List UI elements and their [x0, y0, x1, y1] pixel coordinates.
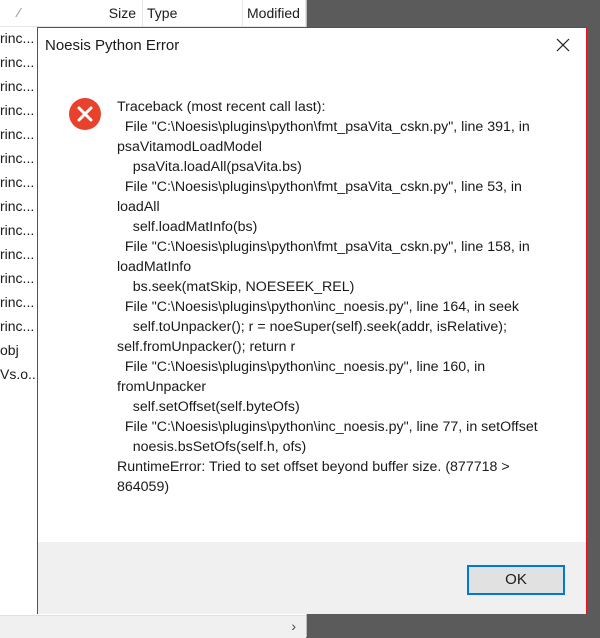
modified-column-header[interactable]: Modified [243, 0, 306, 26]
error-dialog: Noesis Python Error Traceback (most rece… [37, 27, 587, 614]
list-item[interactable]: rinc... [0, 146, 38, 170]
list-item[interactable]: rinc... [0, 218, 38, 242]
list-item[interactable]: rinc... [0, 50, 38, 74]
ok-button[interactable]: OK [467, 565, 565, 595]
list-item[interactable]: rinc... [0, 74, 38, 98]
list-item[interactable]: rinc... [0, 314, 38, 338]
list-item[interactable]: obj [0, 338, 38, 362]
column-header: ⁄ Size Type Modified [0, 0, 306, 27]
list-item[interactable]: rinc... [0, 26, 38, 50]
list-item[interactable]: rinc... [0, 170, 38, 194]
list-item[interactable]: rinc... [0, 98, 38, 122]
close-button[interactable] [540, 28, 586, 62]
list-item[interactable]: rinc... [0, 242, 38, 266]
list-item[interactable]: rinc... [0, 122, 38, 146]
error-icon [69, 98, 101, 130]
type-column-header[interactable]: Type [143, 0, 243, 26]
list-item[interactable]: rinc... [0, 194, 38, 218]
list-item[interactable]: rinc... [0, 266, 38, 290]
size-column-header[interactable]: Size [0, 0, 143, 26]
error-message: Traceback (most recent call last): File … [117, 99, 538, 495]
dialog-title-bar[interactable]: Noesis Python Error [38, 28, 586, 62]
list-item[interactable]: rinc... [0, 290, 38, 314]
list-item[interactable]: Vs.o... [0, 362, 38, 386]
horizontal-scrollbar[interactable]: › [0, 615, 306, 638]
scroll-right-arrow-icon[interactable]: › [291, 618, 296, 634]
dialog-footer: OK [38, 542, 586, 614]
dialog-title: Noesis Python Error [45, 37, 180, 54]
close-icon [556, 38, 570, 52]
